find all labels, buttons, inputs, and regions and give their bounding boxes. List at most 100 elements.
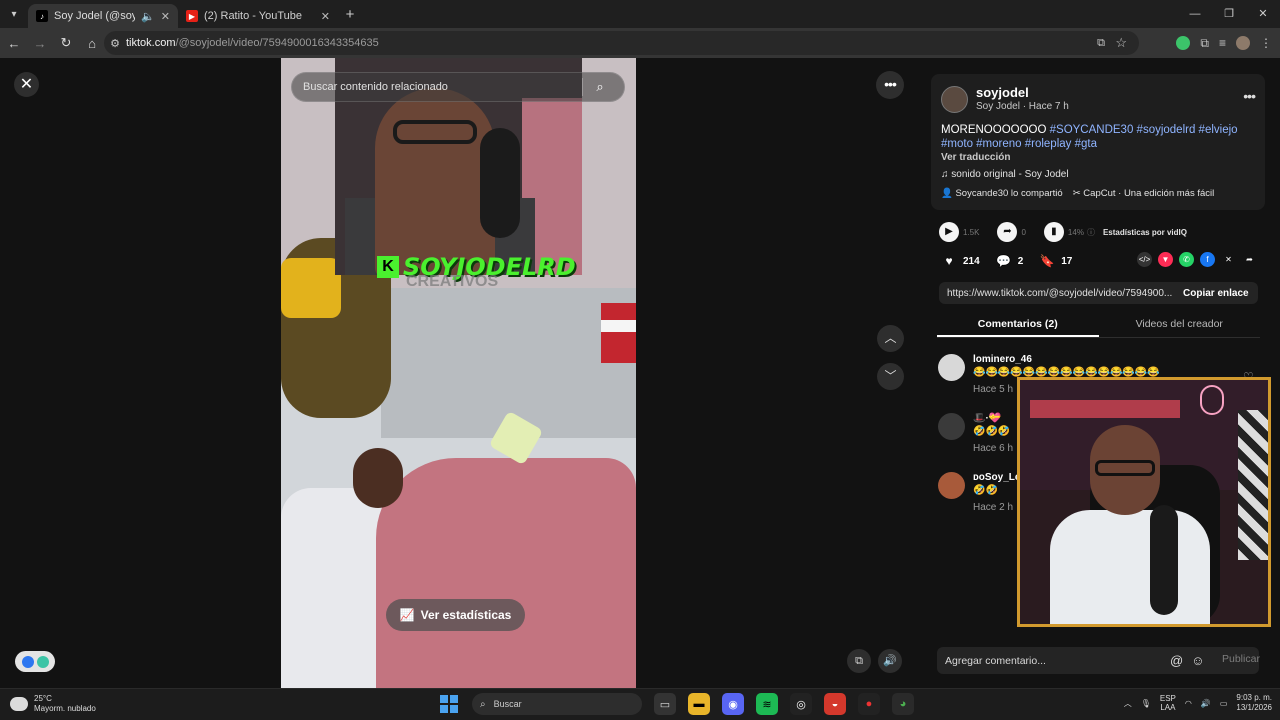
recorder-icon[interactable]: ● bbox=[858, 693, 880, 715]
video-link[interactable]: https://www.tiktok.com/@soyjodel/video/7… bbox=[939, 288, 1175, 299]
extension-icon[interactable] bbox=[1176, 36, 1191, 50]
tab-search-button[interactable]: ▾ bbox=[0, 0, 28, 28]
flag-image bbox=[601, 303, 636, 363]
share-more-icon[interactable]: ➦ bbox=[1242, 252, 1257, 267]
battery-icon[interactable]: ▭ bbox=[1220, 699, 1228, 708]
x-icon[interactable]: ✕ bbox=[1221, 252, 1236, 267]
taskbar-search[interactable]: ⌕ Buscar bbox=[472, 693, 642, 715]
info-icon[interactable]: ⓘ bbox=[1087, 227, 1095, 238]
close-tab-icon[interactable]: ✕ bbox=[321, 10, 330, 23]
sound-link[interactable]: ♫ sonido original - Soy Jodel bbox=[941, 169, 1069, 180]
weather-widget[interactable]: 25°C Mayorm. nublado bbox=[10, 694, 96, 714]
comment-time: Hace 6 h bbox=[973, 443, 1014, 454]
restore-button[interactable]: ❐ bbox=[1212, 0, 1246, 28]
post-description-card: soyjodel Soy Jodel · Hace 7 h ••• MORENO… bbox=[931, 74, 1265, 210]
facebook-icon[interactable]: f bbox=[1200, 252, 1215, 267]
app-icon[interactable]: ◒ bbox=[824, 693, 846, 715]
previous-video-button[interactable]: ︿ bbox=[877, 325, 904, 352]
hashtags[interactable]: #moto #moreno #roleplay #gta bbox=[941, 138, 1097, 150]
caption: MORENOOOOOOO #SOYCANDE30 #soyjodelrd #el… bbox=[941, 124, 1238, 150]
music-note-icon: ♫ bbox=[941, 169, 952, 180]
chrome-icon[interactable]: ◕ bbox=[892, 693, 914, 715]
search-icon[interactable]: ⌕ bbox=[583, 79, 617, 95]
close-window-button[interactable]: ✕ bbox=[1246, 0, 1280, 28]
comment-icon[interactable]: 💬 bbox=[996, 254, 1012, 268]
whatsapp-icon[interactable]: ✆ bbox=[1179, 252, 1194, 267]
obs-icon[interactable]: ◎ bbox=[790, 693, 812, 715]
profile-avatar[interactable] bbox=[1236, 36, 1250, 50]
comment-author[interactable]: 🎩·💝 bbox=[973, 413, 1001, 424]
post-meta: Soy Jodel · Hace 7 h bbox=[976, 101, 1069, 112]
video-player[interactable]: K SOYJODELRD CREATIVOS ⌕ 📈 Ver estadísti… bbox=[281, 58, 636, 688]
comment-input-box: @ ☺ bbox=[937, 647, 1259, 674]
tab-youtube[interactable]: ▶ (2) Ratito - YouTube ✕ bbox=[178, 4, 338, 28]
bookmark-star-icon[interactable]: ☆ bbox=[1115, 35, 1127, 51]
site-info-icon[interactable]: ⚙ bbox=[104, 37, 126, 50]
minimize-button[interactable]: — bbox=[1178, 0, 1212, 28]
address-bar[interactable]: ⚙ tiktok.com /@soyjodel/video/7594900016… bbox=[104, 31, 1139, 55]
puzzle-icon[interactable]: ⧉ bbox=[1200, 36, 1209, 51]
translate-link[interactable]: Ver traducción bbox=[941, 152, 1010, 163]
task-view-icon[interactable]: ▭ bbox=[654, 693, 676, 715]
reposted-by[interactable]: 👤 Soycande30 lo compartió bbox=[941, 188, 1063, 199]
likes-count: 214 bbox=[963, 255, 980, 267]
more-options-button[interactable]: ••• bbox=[876, 71, 904, 99]
menu-icon[interactable]: ⋮ bbox=[1260, 36, 1272, 50]
clock[interactable]: 9:03 p. m. 13/1/2026 bbox=[1236, 693, 1272, 713]
window-controls: — ❐ ✕ bbox=[1178, 0, 1280, 28]
language-indicator[interactable]: ESP LAA bbox=[1160, 694, 1176, 712]
copy-link-button[interactable]: Copiar enlace bbox=[1175, 288, 1249, 299]
file-explorer-icon[interactable]: ▬ bbox=[688, 693, 710, 715]
comment-input[interactable] bbox=[937, 654, 1162, 667]
tab-creator-videos[interactable]: Videos del creador bbox=[1099, 313, 1261, 337]
browser-tabbar: ▾ ♪ Soy Jodel (@soyjodel) | Tik 🔈 ✕ ▶ (2… bbox=[0, 0, 1280, 28]
post-options-button[interactable]: ••• bbox=[1243, 88, 1256, 104]
heart-icon[interactable]: ♥ bbox=[941, 254, 957, 268]
emoji-icon[interactable]: ☺ bbox=[1191, 653, 1204, 668]
reload-button[interactable]: ↻ bbox=[54, 35, 78, 51]
back-button[interactable]: ← bbox=[2, 36, 26, 51]
comment-time: Hace 5 h bbox=[973, 384, 1014, 395]
wifi-icon[interactable]: ◠ bbox=[1185, 699, 1192, 708]
username[interactable]: soyjodel bbox=[976, 85, 1029, 100]
views-count: 1.5K bbox=[963, 227, 980, 237]
tab-tiktok[interactable]: ♪ Soy Jodel (@soyjodel) | Tik 🔈 ✕ bbox=[28, 4, 178, 28]
bookmark-icon[interactable]: 🔖 bbox=[1039, 254, 1055, 268]
spotify-icon[interactable]: ≋ bbox=[756, 693, 778, 715]
extension-pill[interactable] bbox=[15, 651, 55, 672]
discord-icon[interactable]: ◉ bbox=[722, 693, 744, 715]
volume-button[interactable]: 🔊 bbox=[878, 649, 902, 673]
avatar[interactable] bbox=[938, 413, 965, 440]
forward-button[interactable]: → bbox=[28, 36, 52, 51]
tab-comments[interactable]: Comentarios (2) bbox=[937, 313, 1099, 337]
embed-icon[interactable]: </> bbox=[1137, 252, 1152, 267]
view-stats-button[interactable]: 📈 Ver estadísticas bbox=[386, 599, 525, 631]
speaker-icon[interactable]: 🔈 bbox=[141, 10, 155, 23]
search-input[interactable] bbox=[292, 81, 582, 93]
temperature: 25°C bbox=[34, 694, 52, 703]
capcut-link[interactable]: ✂ CapCut · Una edición más fácil bbox=[1073, 188, 1215, 199]
install-app-icon[interactable]: ⧉ bbox=[1097, 37, 1105, 50]
avatar[interactable] bbox=[938, 472, 965, 499]
avatar[interactable] bbox=[941, 86, 968, 113]
repost-icon[interactable]: ▼ bbox=[1158, 252, 1173, 267]
new-tab-button[interactable]: + bbox=[338, 6, 362, 23]
mention-icon[interactable]: @ bbox=[1170, 653, 1183, 668]
windows-start-icon[interactable] bbox=[440, 695, 458, 713]
play-icon: ▶ bbox=[939, 222, 959, 242]
volume-icon[interactable]: 🔊 bbox=[1201, 699, 1211, 708]
close-icon[interactable]: ✕ bbox=[14, 72, 39, 97]
publish-button[interactable]: Publicar bbox=[1222, 653, 1260, 665]
microphone-icon[interactable]: 🎙 bbox=[1141, 699, 1151, 708]
next-video-button[interactable]: ﹀ bbox=[877, 363, 904, 390]
floating-player-button[interactable]: ⧉ bbox=[847, 649, 871, 673]
home-button[interactable]: ⌂ bbox=[80, 36, 104, 51]
comment-author[interactable]: lominero_46 bbox=[973, 354, 1032, 365]
hashtags[interactable]: #SOYCANDE30 #soyjodelrd #elviejo bbox=[1050, 124, 1238, 136]
media-icon[interactable]: ≡ bbox=[1219, 36, 1226, 50]
avatar[interactable] bbox=[938, 354, 965, 381]
vidiq-label[interactable]: Estadísticas por vidIQ bbox=[1103, 228, 1187, 237]
close-tab-icon[interactable]: ✕ bbox=[161, 10, 170, 23]
chevron-up-icon[interactable]: ︿ bbox=[1124, 698, 1132, 709]
character-image bbox=[376, 458, 636, 688]
